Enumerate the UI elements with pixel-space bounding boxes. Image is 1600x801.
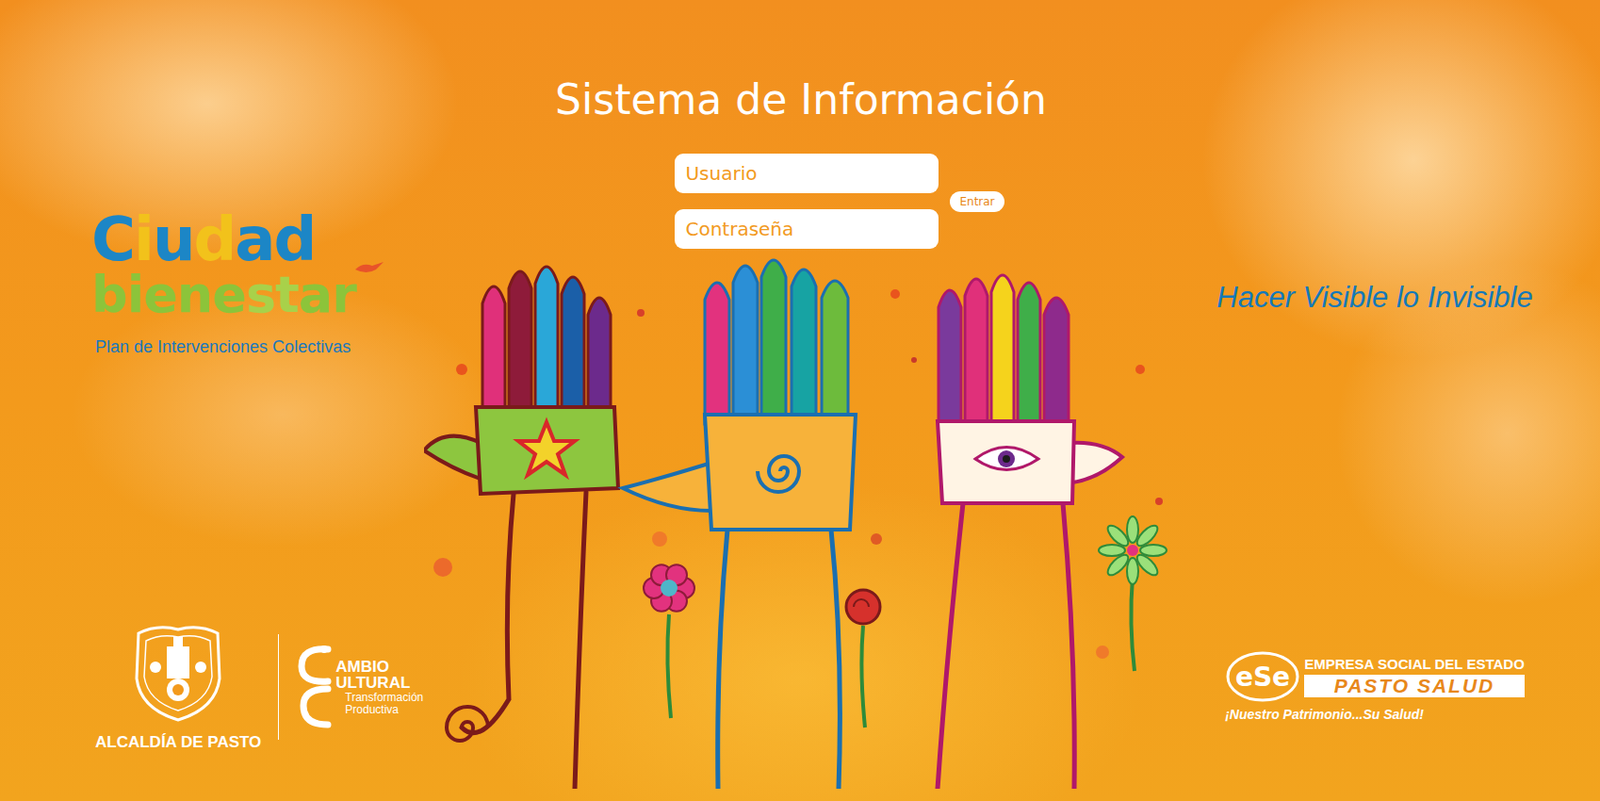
paint-splat [1155, 497, 1163, 506]
green-hand [424, 266, 619, 789]
paint-splat [870, 533, 882, 545]
paint-splat [636, 309, 645, 317]
white-hand [937, 275, 1123, 789]
pink-flower [643, 564, 695, 719]
login-form: Entrar [674, 153, 1004, 249]
ese-logo: eSe EMPRESA SOCIAL DEL ESTADO PASTO SALU… [1224, 650, 1525, 722]
page-title: Sistema de Información [555, 73, 1047, 126]
eye-icon [975, 447, 1039, 471]
ese-mark: eSe [1224, 650, 1301, 703]
spiral-icon [757, 456, 800, 492]
bird-icon [353, 260, 386, 276]
center-column: Sistema de Información Entrar [424, 0, 1178, 801]
crest: ALCALDÍA DE PASTO [95, 621, 262, 752]
logo-line2: bienestar [91, 269, 393, 321]
rose-flower [846, 589, 881, 728]
culture-line3: Transformación [335, 691, 424, 704]
brand-logo: Ciudad bienestar Plan de Intervenciones … [91, 209, 393, 358]
ese-motto: ¡Nuestro Patrimonio...Su Salud! [1224, 706, 1525, 722]
left-column: Ciudad bienestar Plan de Intervenciones … [0, 0, 425, 801]
crest-icon [129, 621, 228, 724]
orange-hand [622, 260, 856, 789]
paint-splat [890, 289, 900, 299]
login-page: Ciudad bienestar Plan de Intervenciones … [0, 0, 1600, 801]
green-flower [1098, 516, 1167, 671]
logo-line1: Ciudad [91, 209, 393, 270]
paint-splat [456, 363, 468, 376]
paint-splat [652, 531, 668, 547]
paint-splat [1095, 645, 1110, 659]
culture-text: AMBIO ULTURAL Transformación Productiva [335, 658, 424, 717]
ese-line1: EMPRESA SOCIAL DEL ESTADO [1304, 655, 1525, 672]
culture-logo: AMBIO ULTURAL Transformación Productiva [295, 641, 424, 733]
login-fields [674, 153, 939, 249]
paint-splat [1135, 364, 1145, 375]
submit-button[interactable]: Entrar [949, 191, 1004, 213]
divider [277, 634, 279, 740]
brand-subtitle: Plan de Intervenciones Colectivas [95, 337, 393, 358]
username-field[interactable] [674, 153, 939, 194]
hands-illustration [424, 256, 1178, 789]
svg-text:eSe: eSe [1235, 661, 1290, 693]
ese-lines: EMPRESA SOCIAL DEL ESTADO PASTO SALUD [1304, 655, 1525, 698]
password-field[interactable] [674, 209, 939, 249]
culture-line1: AMBIO [335, 658, 424, 676]
paint-splat [433, 557, 453, 577]
crest-caption: ALCALDÍA DE PASTO [95, 733, 262, 752]
footer-left: ALCALDÍA DE PASTO AMBIO ULTURAL Transfor… [91, 621, 425, 752]
ese-row: eSe EMPRESA SOCIAL DEL ESTADO PASTO SALU… [1224, 650, 1525, 703]
tagline: Hacer Visible lo Invisible [1216, 280, 1533, 315]
culture-c-icon [295, 641, 334, 733]
ese-line2: PASTO SALUD [1304, 674, 1525, 698]
star-icon [518, 422, 575, 475]
paint-splat [911, 357, 917, 363]
right-column: Hacer Visible lo Invisible eSe EMPRESA S… [1177, 0, 1600, 801]
culture-line2: ULTURAL [335, 674, 424, 692]
curl-icon [446, 706, 489, 741]
culture-line4: Productiva [335, 703, 424, 717]
